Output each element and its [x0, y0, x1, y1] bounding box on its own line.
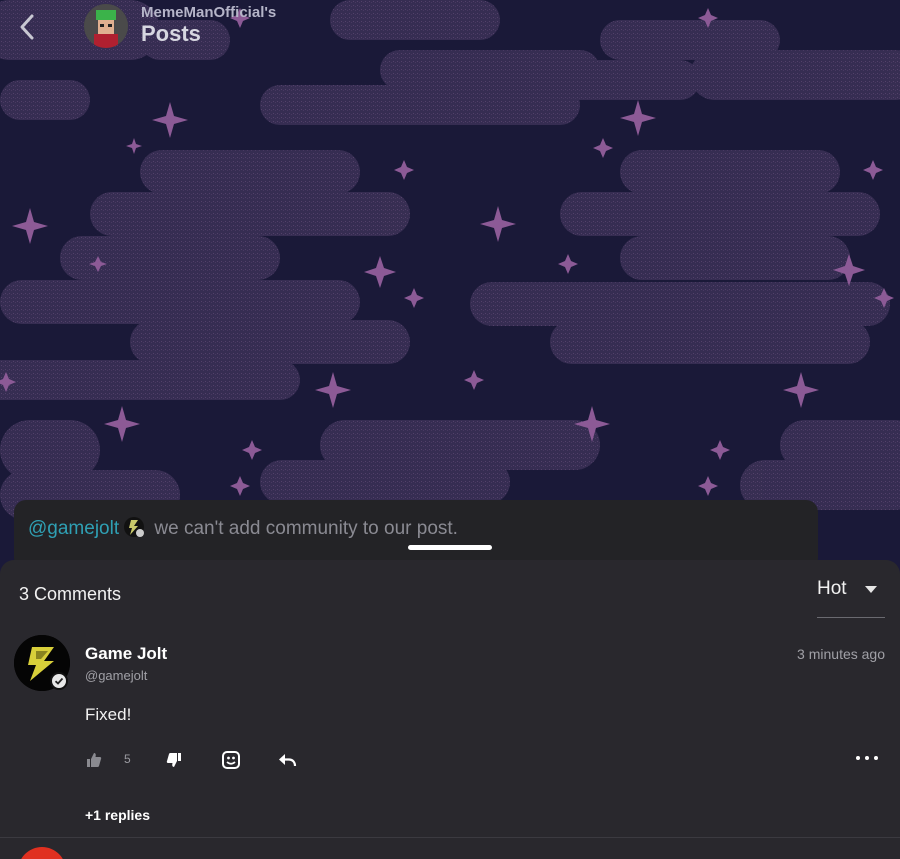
comment-text: Fixed!: [85, 705, 132, 724]
comment-divider: [0, 837, 900, 838]
sticker-icon: [222, 751, 240, 769]
post-background-image: [0, 0, 900, 560]
comment-author-name[interactable]: Game Jolt: [85, 644, 167, 664]
top-bar: MemeManOfficial's Posts: [0, 0, 900, 60]
more-options-button[interactable]: [856, 750, 878, 766]
dislike-button[interactable]: [165, 748, 183, 772]
comments-sheet: 3 Comments Hot Game Jolt @gamejolt 3 min…: [0, 560, 900, 859]
reply-button[interactable]: [277, 748, 297, 772]
post-text-line: @gamejolt we can't add community to our …: [28, 516, 458, 540]
caret-down-icon: [865, 586, 877, 593]
more-dot: [856, 756, 860, 760]
comments-count: 3 Comments: [19, 584, 122, 604]
view-replies-link[interactable]: +1 replies: [85, 807, 150, 823]
thumbs-down-icon: [166, 753, 181, 767]
thumbs-up-icon: [87, 753, 102, 767]
gamejolt-badge-icon: [123, 516, 145, 538]
chevron-left-icon: [20, 14, 34, 40]
sticker-button[interactable]: [221, 748, 241, 772]
like-button[interactable]: [85, 748, 103, 772]
owner-avatar[interactable]: [84, 4, 128, 48]
page-title: Posts: [141, 21, 201, 46]
comment-timestamp: 3 minutes ago: [797, 646, 885, 662]
sheet-drag-handle[interactable]: [408, 545, 492, 550]
mention-link[interactable]: @gamejolt: [28, 518, 119, 539]
verified-badge-icon: [50, 672, 68, 690]
back-button[interactable]: [14, 10, 40, 44]
sort-dropdown[interactable]: Hot: [817, 576, 885, 618]
comment-author-handle[interactable]: @gamejolt: [85, 668, 147, 683]
more-dot: [865, 756, 869, 760]
post-owner-name: MemeManOfficial's: [141, 4, 277, 21]
next-comment-avatar[interactable]: [18, 847, 66, 859]
post-body-text: we can't add community to our post.: [154, 518, 458, 539]
more-dot: [874, 756, 878, 760]
reply-arrow-icon: [279, 754, 297, 767]
like-count: 5: [124, 752, 131, 766]
sort-label: Hot: [817, 578, 847, 599]
